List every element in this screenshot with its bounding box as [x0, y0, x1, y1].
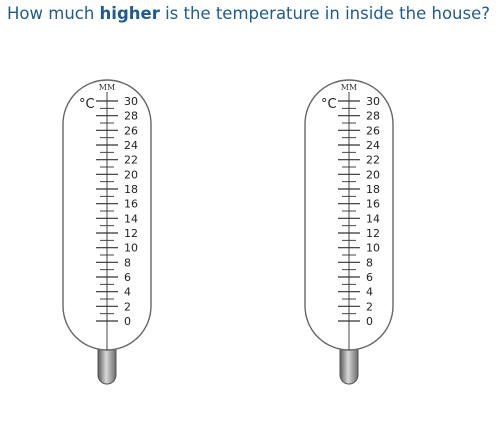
unit-label: °C [321, 97, 337, 112]
scale-label: 0 [124, 315, 131, 328]
scale-label: 16 [366, 198, 380, 211]
scale-label: 18 [366, 183, 380, 196]
scale-label: 20 [124, 168, 138, 181]
scale-label: 12 [366, 227, 380, 240]
scale-label: 28 [366, 110, 380, 123]
scale-label: 18 [124, 183, 138, 196]
thermometer-right-graphic: MM °C 302826242220181614121086420 [304, 79, 394, 385]
scale-label: 2 [366, 300, 373, 313]
scale-label: 10 [366, 242, 380, 255]
scale-label: 4 [124, 286, 131, 299]
scale-label: 8 [366, 256, 373, 269]
scale-label: 30 [124, 95, 138, 108]
scale-label: 6 [366, 271, 373, 284]
scale-label: 24 [124, 139, 138, 152]
scale-label: 20 [366, 168, 380, 181]
thermometer-left: MM °C 30 28 26 24 22 20 18 16 14 12 10 8 6 4 2 0 [58, 0, 158, 427]
scale-label: 24 [366, 139, 380, 152]
scale-label: 6 [124, 271, 131, 284]
scale-label: 30 [366, 95, 380, 108]
scale-label: 22 [124, 154, 138, 167]
scale-label: 14 [124, 212, 138, 225]
scale-label: 26 [366, 124, 380, 137]
thermometer-logo: MM [341, 83, 357, 92]
thermometer-right: MM °C 30 28 26 24 22 20 18 16 14 12 10 8 6 4 2 0 [300, 0, 400, 427]
scale-label: 12 [124, 227, 138, 240]
scale-label: 14 [366, 212, 380, 225]
scale-label: 4 [366, 286, 373, 299]
scale-label: 26 [124, 124, 138, 137]
thermometer-left-graphic: MM °C 302826242220181614121086420 [62, 79, 152, 385]
scale-label: 8 [124, 256, 131, 269]
scale-label: 10 [124, 242, 138, 255]
unit-label: °C [79, 97, 95, 112]
scale-label: 0 [366, 315, 373, 328]
scale-label: 22 [366, 154, 380, 167]
scale-label: 16 [124, 198, 138, 211]
scale-label: 2 [124, 300, 131, 313]
scale-label: 28 [124, 110, 138, 123]
thermometer-logo: MM [99, 83, 115, 92]
